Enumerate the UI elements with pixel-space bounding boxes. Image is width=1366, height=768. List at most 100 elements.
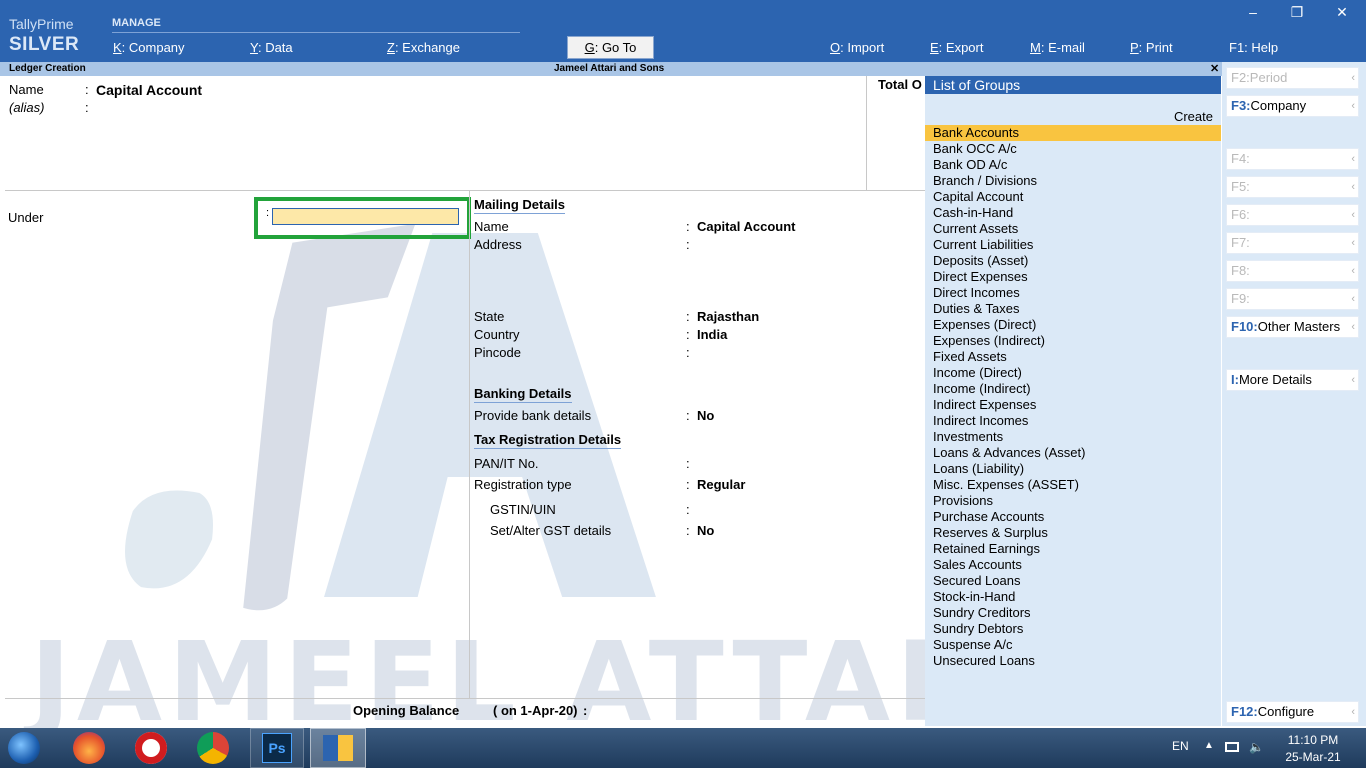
group-list-item[interactable]: Fixed Assets [933, 349, 1007, 365]
language-indicator[interactable]: EN [1172, 739, 1189, 753]
create-group-button[interactable]: Create [1174, 109, 1213, 124]
group-list-item[interactable]: Direct Incomes [933, 285, 1020, 301]
setalter-gst-field[interactable]: No [697, 523, 714, 538]
menu-exchange[interactable]: Z: Exchange [387, 40, 460, 55]
group-list-item[interactable]: Bank OCC A/c [933, 141, 1017, 157]
button-key-label: F7 [1231, 235, 1247, 250]
group-list-item[interactable]: Retained Earnings [933, 541, 1040, 557]
minimize-button[interactable]: – [1239, 4, 1267, 20]
show-hidden-icons-icon[interactable]: ▲ [1204, 740, 1214, 751]
chrome-icon[interactable] [197, 732, 229, 764]
group-list-item[interactable]: Suspense A/c [933, 637, 1013, 653]
group-list-item[interactable]: Secured Loans [933, 573, 1020, 589]
under-separator: : [266, 207, 270, 219]
button-key-label: F8 [1231, 263, 1247, 278]
button-f7[interactable]: F7: ‹ [1226, 232, 1359, 254]
group-list-item[interactable]: Direct Expenses [933, 269, 1028, 285]
group-list-item[interactable]: Current Assets [933, 221, 1018, 237]
clock-date[interactable]: 25-Mar-21 [1278, 750, 1348, 764]
group-list-item[interactable]: Purchase Accounts [933, 509, 1044, 525]
button-f5[interactable]: F5: ‹ [1226, 176, 1359, 198]
menu-company[interactable]: K: Company [113, 40, 185, 55]
group-list-item[interactable]: Reserves & Surplus [933, 525, 1048, 541]
button-f12[interactable]: F12:Configure ‹ [1226, 701, 1359, 723]
alias-field[interactable] [96, 100, 496, 116]
group-list-item[interactable]: Misc. Expenses (ASSET) [933, 477, 1079, 493]
group-list-item[interactable]: Sundry Debtors [933, 621, 1023, 637]
chevron-left-icon: ‹ [1351, 374, 1355, 386]
button-f10[interactable]: F10:Other Masters ‹ [1226, 316, 1359, 338]
tally-taskbar-item[interactable] [310, 728, 366, 768]
group-list-item[interactable]: Provisions [933, 493, 993, 509]
state-field[interactable]: Rajasthan [697, 309, 759, 324]
state-sep: : [686, 309, 690, 324]
menu-email[interactable]: M: E-mail [1030, 40, 1085, 55]
group-list-item[interactable]: Expenses (Indirect) [933, 333, 1045, 349]
button-f2[interactable]: F2:Period ‹ [1226, 67, 1359, 89]
button-label: Period [1249, 70, 1288, 85]
button-key-sep: : [1246, 235, 1250, 250]
group-list-item[interactable]: Indirect Incomes [933, 413, 1028, 429]
close-screen-icon[interactable]: ✕ [1210, 62, 1219, 75]
name-field[interactable]: Capital Account [96, 82, 202, 98]
button-f4[interactable]: F4: ‹ [1226, 148, 1359, 170]
button-f3[interactable]: F3:Company ‹ [1226, 95, 1359, 117]
button-key-label: F9 [1231, 291, 1247, 306]
button-key-label: F2 [1231, 70, 1247, 85]
regtype-field[interactable]: Regular [697, 477, 745, 492]
menu-help[interactable]: F1: Help [1229, 40, 1278, 55]
country-sep: : [686, 327, 690, 342]
group-list-item[interactable]: Capital Account [933, 189, 1023, 205]
button-f9[interactable]: F9: ‹ [1226, 288, 1359, 310]
address-field[interactable] [697, 237, 897, 297]
group-list-item[interactable]: Deposits (Asset) [933, 253, 1028, 269]
provide-bank-field[interactable]: No [697, 408, 714, 423]
group-list-item[interactable]: Expenses (Direct) [933, 317, 1036, 333]
group-list-item[interactable]: Cash-in-Hand [933, 205, 1013, 221]
group-list-item[interactable]: Stock-in-Hand [933, 589, 1015, 605]
group-list-item[interactable]: Loans (Liability) [933, 461, 1024, 477]
chevron-left-icon: ‹ [1351, 100, 1355, 112]
menu-goto[interactable]: G: Go To [567, 36, 654, 59]
clock-time[interactable]: 11:10 PM [1278, 733, 1348, 747]
under-input[interactable] [272, 208, 459, 225]
button-f6[interactable]: F6: ‹ [1226, 204, 1359, 226]
button-i[interactable]: I:More Details ‹ [1226, 369, 1359, 391]
list-of-groups-panel: List of Groups Create Bank Accounts Bank … [925, 76, 1221, 726]
group-list-item[interactable]: Current Liabilities [933, 237, 1033, 253]
firefox-icon[interactable] [73, 732, 105, 764]
group-list-item[interactable]: Loans & Advances (Asset) [933, 445, 1085, 461]
close-window-button[interactable]: ✕ [1328, 4, 1356, 21]
group-list-item[interactable]: Bank OD A/c [933, 157, 1007, 173]
button-f8[interactable]: F8: ‹ [1226, 260, 1359, 282]
list-of-groups-title: List of Groups [925, 76, 1221, 94]
photoshop-taskbar-item[interactable]: Ps [250, 728, 304, 768]
group-list-item[interactable]: Duties & Taxes [933, 301, 1019, 317]
group-list-item[interactable]: Bank Accounts [933, 125, 1019, 141]
chevron-left-icon: ‹ [1351, 265, 1355, 277]
start-orb-icon[interactable] [8, 732, 40, 764]
regtype-sep: : [686, 477, 690, 492]
group-list-item[interactable]: Branch / Divisions [933, 173, 1037, 189]
group-list-item[interactable]: Sundry Creditors [933, 605, 1031, 621]
menu-export[interactable]: E: Export [930, 40, 983, 55]
manage-label: MANAGE [112, 17, 161, 29]
network-icon[interactable] [1225, 742, 1239, 752]
mailing-name-sep: : [686, 219, 690, 234]
country-field[interactable]: India [697, 327, 727, 342]
opera-icon[interactable] [135, 732, 167, 764]
restore-button[interactable]: ❐ [1283, 4, 1311, 21]
setalter-gst-label: Set/Alter GST details [490, 523, 612, 538]
menu-import[interactable]: O: Import [830, 40, 884, 55]
menu-print[interactable]: P: Print [1130, 40, 1173, 55]
group-list-item[interactable]: Unsecured Loans [933, 653, 1035, 669]
group-list-item[interactable]: Investments [933, 429, 1003, 445]
pan-label: PAN/IT No. [474, 456, 539, 471]
group-list-item[interactable]: Indirect Expenses [933, 397, 1036, 413]
menu-data[interactable]: Y: Data [250, 40, 293, 55]
group-list-item[interactable]: Income (Direct) [933, 365, 1022, 381]
group-list-item[interactable]: Sales Accounts [933, 557, 1022, 573]
group-list-item[interactable]: Income (Indirect) [933, 381, 1031, 397]
volume-icon[interactable]: 🔈 [1249, 740, 1264, 754]
mailing-name-field[interactable]: Capital Account [697, 219, 795, 234]
